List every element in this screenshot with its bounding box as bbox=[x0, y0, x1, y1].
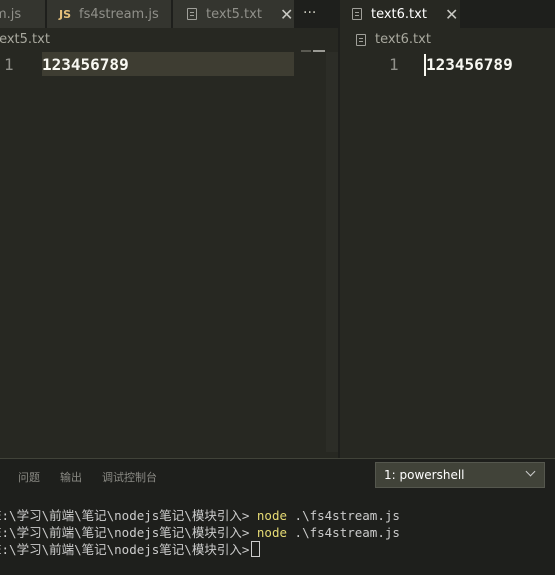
tab-output[interactable]: 输出 bbox=[60, 469, 82, 485]
tab-text6-txt[interactable]: text6.txt ✕ bbox=[340, 0, 460, 28]
minimap-line bbox=[313, 50, 325, 52]
code-line[interactable]: 123456789 bbox=[426, 55, 513, 74]
tab-text5-txt[interactable]: text5.txt ✕ bbox=[173, 0, 294, 28]
editor-group-divider[interactable] bbox=[338, 28, 340, 458]
tab-label: text5.txt bbox=[206, 6, 262, 22]
terminal-prompt: E:\学习\前端\笔记\nodejs笔记\模块引入> bbox=[0, 508, 250, 523]
file-icon bbox=[352, 8, 362, 20]
terminal-argument: .\fs4stream.js bbox=[287, 508, 400, 523]
close-icon[interactable]: ✕ bbox=[445, 5, 458, 24]
breadcrumb[interactable]: text5.txt bbox=[0, 32, 50, 47]
terminal-prompt: E:\学习\前端\笔记\nodejs笔记\模块引入> bbox=[0, 525, 250, 540]
breadcrumb-label: text6.txt bbox=[375, 32, 431, 47]
tab-label: fs4stream.js bbox=[79, 6, 159, 22]
line-number: 1 bbox=[4, 55, 14, 74]
tab-debug-console[interactable]: 调试控制台 bbox=[102, 469, 157, 485]
tab-m-js[interactable]: m.js bbox=[0, 0, 46, 28]
minimap-slider[interactable] bbox=[301, 50, 311, 52]
terminal-select-value: 1: powershell bbox=[384, 468, 465, 482]
close-icon[interactable]: ✕ bbox=[280, 5, 293, 24]
terminal-command: node bbox=[256, 525, 288, 540]
chevron-down-icon bbox=[525, 466, 536, 477]
js-file-icon: JS bbox=[59, 7, 72, 21]
scrollbar-track[interactable] bbox=[326, 52, 338, 452]
terminal-command: node bbox=[256, 508, 288, 523]
file-icon bbox=[187, 8, 197, 20]
tab-label: text6.txt bbox=[371, 6, 427, 22]
breadcrumb-label: text5.txt bbox=[0, 32, 50, 47]
terminal-line[interactable]: E:\学习\前端\笔记\nodejs笔记\模块引入> bbox=[0, 539, 261, 558]
line-number: 1 bbox=[389, 55, 399, 74]
code-line[interactable]: 123456789 bbox=[42, 55, 129, 74]
terminal-argument: .\fs4stream.js bbox=[287, 525, 400, 540]
tab-label: m.js bbox=[0, 6, 22, 22]
terminal-select[interactable]: 1: powershell bbox=[375, 462, 545, 488]
tab-fs4stream-js[interactable]: JS fs4stream.js bbox=[47, 0, 172, 28]
terminal-prompt: E:\学习\前端\笔记\nodejs笔记\模块引入> bbox=[0, 542, 250, 557]
file-icon bbox=[356, 33, 366, 46]
more-actions-button[interactable]: ··· bbox=[303, 5, 316, 21]
breadcrumb[interactable]: text6.txt bbox=[356, 32, 431, 47]
terminal-cursor bbox=[251, 541, 261, 557]
tab-problems[interactable]: 问题 bbox=[18, 469, 40, 485]
